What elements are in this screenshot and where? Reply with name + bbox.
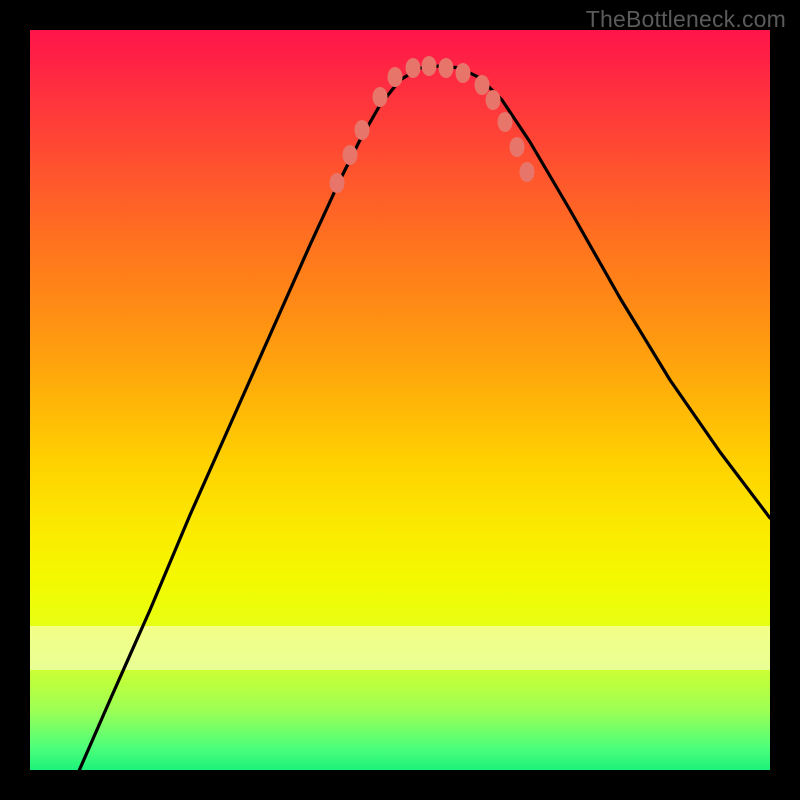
- plot-area: [30, 30, 770, 770]
- dip-marker: [422, 56, 437, 76]
- dip-marker: [510, 137, 525, 157]
- dip-marker: [343, 145, 358, 165]
- dip-marker: [406, 58, 421, 78]
- chart-frame: TheBottleneck.com: [0, 0, 800, 800]
- dip-marker: [475, 75, 490, 95]
- dip-marker: [355, 120, 370, 140]
- dip-marker: [456, 63, 471, 83]
- dip-marker: [486, 90, 501, 110]
- dip-markers-group: [330, 56, 535, 193]
- dip-marker: [498, 112, 513, 132]
- dip-marker: [373, 87, 388, 107]
- dip-marker: [388, 67, 403, 87]
- curve-svg: [30, 30, 770, 770]
- watermark-text: TheBottleneck.com: [586, 6, 786, 33]
- dip-marker: [439, 58, 454, 78]
- dip-marker: [520, 162, 535, 182]
- dip-marker: [330, 173, 345, 193]
- bottleneck-curve: [75, 66, 770, 770]
